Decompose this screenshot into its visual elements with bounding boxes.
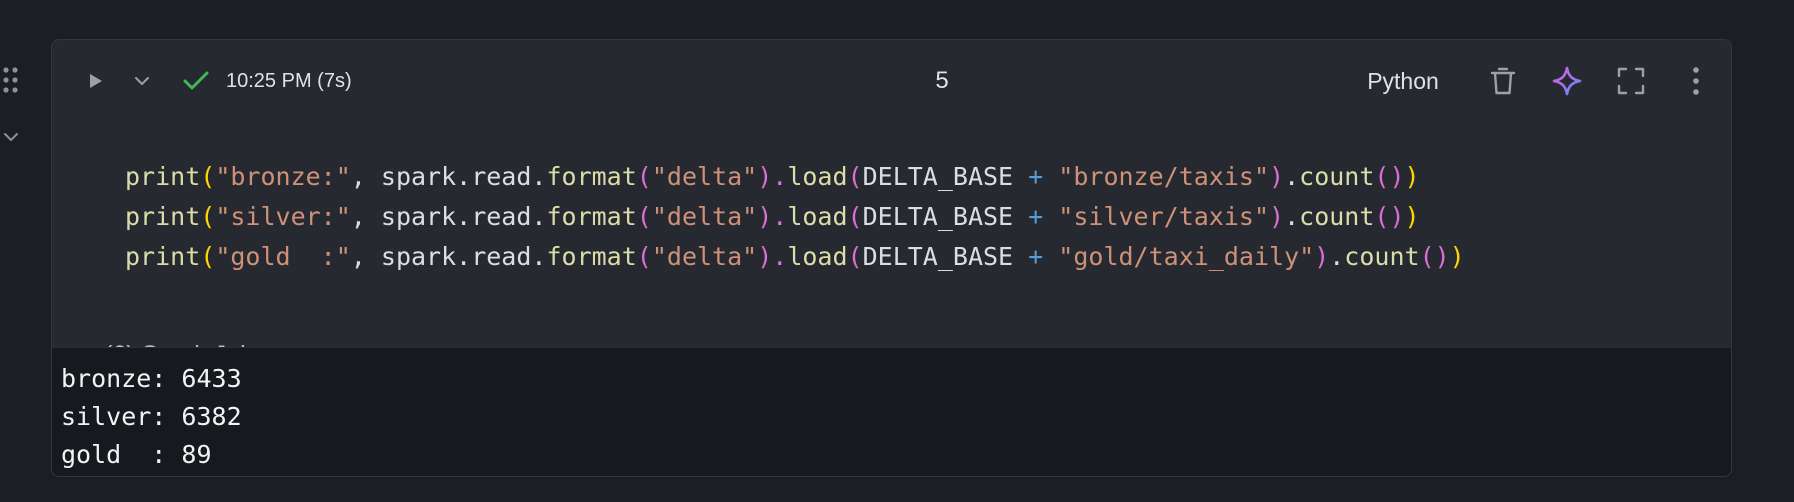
checkmark-icon [183,71,209,90]
code-token: ) [1404,162,1420,191]
code-token: count [1344,242,1420,271]
code-token: , spark.read. [350,202,547,231]
code-token: DELTA_BASE [862,162,1029,191]
drag-handle-icon[interactable] [2,66,20,96]
code-token: ( [636,162,652,191]
code-token: () [1374,202,1405,231]
code-token: ( [636,242,652,271]
code-token: "silver:" [215,202,351,231]
output-text: bronze: 6433 silver: 6382 gold : 89 [61,360,242,474]
code-token: load [787,202,848,231]
notebook-cell: 10:25 PM (7s) 5 Python print("bronze:", … [51,39,1732,477]
play-icon [90,74,102,88]
run-status [180,65,212,97]
collapse-cell-chevron-down-icon[interactable] [2,128,20,146]
code-token: print [125,162,201,191]
code-token: ) [1449,242,1465,271]
run-options-button[interactable] [126,65,158,97]
code-token: "gold :" [215,242,351,271]
code-token: . [1284,202,1300,231]
code-token: ( [847,242,863,271]
more-vertical-icon [1693,67,1699,95]
language-selector[interactable]: Python [1352,64,1454,98]
fullscreen-icon [1617,67,1645,95]
code-token: "silver/taxis" [1058,202,1270,231]
code-token: ) [1269,162,1285,191]
code-token: () [1374,162,1405,191]
code-editor[interactable]: print("bronze:", spark.read.format("delt… [125,157,1465,277]
code-token: "gold/taxi_daily" [1058,242,1315,271]
code-token: DELTA_BASE [862,202,1029,231]
cell-toolbar: 10:25 PM (7s) 5 Python [52,40,1731,124]
code-token: ) [1404,202,1420,231]
code-token: DELTA_BASE [862,242,1029,271]
code-token: ( [200,162,216,191]
chevron-down-icon [135,77,149,85]
sparkle-icon [1552,66,1582,96]
code-token: format [546,242,637,271]
more-options-button[interactable] [1676,61,1716,101]
execution-time: 10:25 PM (7s) [226,70,352,92]
code-token: () [1419,242,1450,271]
code-token: ). [757,202,788,231]
code-token: "delta" [651,242,758,271]
code-token: "delta" [651,202,758,231]
code-token: . [1329,242,1345,271]
code-token: + [1028,202,1044,231]
code-token: ( [847,162,863,191]
code-token: count [1299,162,1375,191]
code-line: print("silver:", spark.read.format("delt… [125,197,1465,237]
code-token: , spark.read. [350,162,547,191]
code-token: load [787,242,848,271]
output-line: bronze: 6433 [61,364,242,393]
code-token: print [125,242,201,271]
run-cell-button[interactable] [79,65,111,97]
code-token: format [546,162,637,191]
code-token: ). [757,162,788,191]
code-token: ( [636,202,652,231]
delete-cell-button[interactable] [1483,61,1523,101]
cell-output: bronze: 6433 silver: 6382 gold : 89 [52,347,1731,476]
output-line: silver: 6382 [61,402,242,431]
code-token: format [546,202,637,231]
code-token: + [1028,242,1044,271]
output-line: gold : 89 [61,440,212,469]
code-token: ) [1269,202,1285,231]
code-token: count [1299,202,1375,231]
code-token: ( [200,202,216,231]
code-token: . [1284,162,1300,191]
code-token: , spark.read. [350,242,547,271]
code-token: print [125,202,201,231]
code-token: ). [757,242,788,271]
code-token: "bronze:" [215,162,351,191]
code-token: "delta" [651,162,758,191]
code-token: ( [847,202,863,231]
code-line: print("bronze:", spark.read.format("delt… [125,157,1465,197]
code-token: + [1028,162,1044,191]
code-token: ) [1314,242,1330,271]
trash-icon [1490,67,1516,95]
code-token: load [787,162,848,191]
code-line: print("gold :", spark.read.format("delta… [125,237,1465,277]
code-token: ( [200,242,216,271]
expand-cell-button[interactable] [1611,61,1651,101]
code-token: "bronze/taxis" [1058,162,1270,191]
ai-assistant-button[interactable] [1547,61,1587,101]
execution-count: 5 [935,67,949,94]
